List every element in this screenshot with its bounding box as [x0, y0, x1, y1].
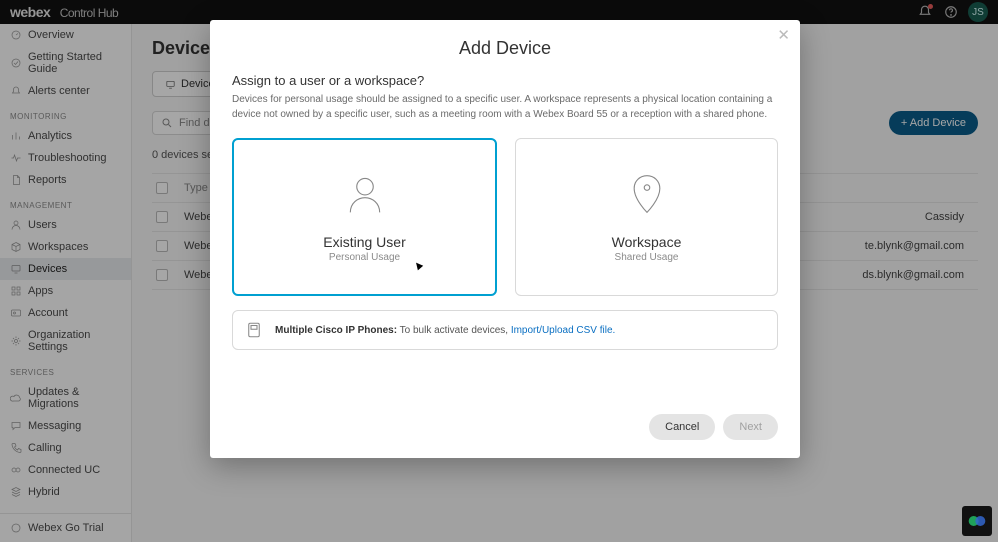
card-title: Workspace — [612, 234, 682, 250]
user-icon — [343, 172, 387, 216]
add-device-modal: ✕ Add Device Assign to a user or a works… — [210, 20, 800, 458]
bulk-text: To bulk activate devices, — [397, 325, 511, 336]
card-existing-user[interactable]: Existing User Personal Usage — [232, 138, 497, 296]
cancel-button[interactable]: Cancel — [649, 414, 715, 440]
modal-description: Devices for personal usage should be ass… — [232, 92, 778, 122]
phone-icon — [245, 321, 263, 339]
webex-logo-icon — [962, 506, 992, 536]
card-workspace[interactable]: Workspace Shared Usage — [515, 138, 778, 296]
modal-question: Assign to a user or a workspace? — [232, 73, 778, 88]
card-title: Existing User — [323, 234, 405, 250]
card-sub: Personal Usage — [329, 252, 400, 263]
bulk-strong: Multiple Cisco IP Phones: — [275, 325, 397, 336]
bulk-activate-row: Multiple Cisco IP Phones: To bulk activa… — [232, 310, 778, 350]
next-button: Next — [723, 414, 778, 440]
card-sub: Shared Usage — [615, 252, 679, 263]
close-icon[interactable]: ✕ — [777, 26, 790, 44]
modal-title: Add Device — [210, 20, 800, 73]
bulk-link[interactable]: Import/Upload CSV file. — [511, 325, 616, 336]
location-pin-icon — [625, 172, 669, 216]
